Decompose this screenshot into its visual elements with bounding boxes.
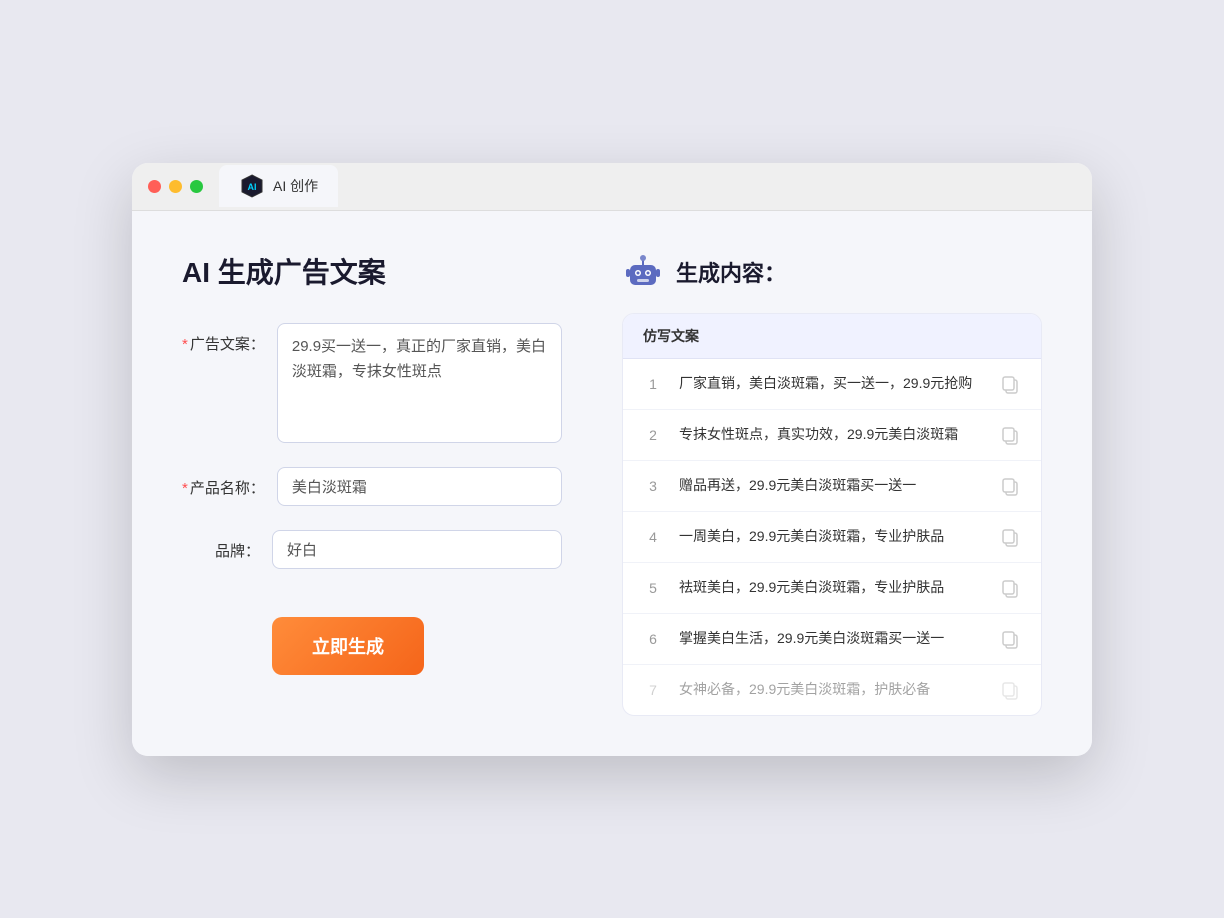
table-row: 1 厂家直销，美白淡斑霜，买一送一，29.9元抢购 (623, 359, 1041, 410)
ad-copy-row: *广告文案： 29.9买一送一，真正的厂家直销，美白淡斑霜，专抹女性斑点 (182, 323, 562, 443)
svg-text:AI: AI (248, 182, 257, 192)
ad-copy-label: *广告文案： (182, 323, 277, 354)
page-title: AI 生成广告文案 (182, 251, 562, 291)
copy-button[interactable] (999, 373, 1021, 395)
browser-titlebar: AI AI 创作 (132, 163, 1092, 211)
result-text: 一周美白，29.9元美白淡斑霜，专业护肤品 (679, 526, 983, 547)
copy-button[interactable] (999, 628, 1021, 650)
table-row: 2 专抹女性斑点，真实功效，29.9元美白淡斑霜 (623, 410, 1041, 461)
browser-tab[interactable]: AI AI 创作 (219, 165, 338, 207)
table-row: 7 女神必备，29.9元美白淡斑霜，护肤必备 (623, 665, 1041, 715)
required-star-2: * (182, 480, 188, 497)
right-panel: 生成内容： 仿写文案 1 厂家直销，美白淡斑霜，买一送一，29.9元抢购 2 专抹女… (622, 251, 1042, 716)
right-header: 生成内容： (622, 251, 1042, 293)
maximize-button[interactable] (190, 180, 203, 193)
main-layout: AI 生成广告文案 *广告文案： 29.9买一送一，真正的厂家直销，美白淡斑霜，… (182, 251, 1042, 716)
browser-content: AI 生成广告文案 *广告文案： 29.9买一送一，真正的厂家直销，美白淡斑霜，… (132, 211, 1092, 756)
table-row: 4 一周美白，29.9元美白淡斑霜，专业护肤品 (623, 512, 1041, 563)
brand-label: 品牌： (182, 530, 272, 561)
results-table: 仿写文案 1 厂家直销，美白淡斑霜，买一送一，29.9元抢购 2 专抹女性斑点，真实… (622, 313, 1042, 716)
copy-button[interactable] (999, 679, 1021, 701)
copy-button[interactable] (999, 577, 1021, 599)
result-number: 5 (643, 580, 663, 596)
result-number: 2 (643, 427, 663, 443)
brand-input[interactable] (272, 530, 562, 569)
result-number: 3 (643, 478, 663, 494)
copy-button[interactable] (999, 424, 1021, 446)
copy-button[interactable] (999, 475, 1021, 497)
ai-tab-icon: AI (239, 173, 265, 199)
result-number: 7 (643, 682, 663, 698)
result-number: 6 (643, 631, 663, 647)
result-text: 祛斑美白，29.9元美白淡斑霜，专业护肤品 (679, 577, 983, 598)
product-name-input[interactable] (277, 467, 562, 506)
tab-label: AI 创作 (273, 176, 318, 196)
left-panel: AI 生成广告文案 *广告文案： 29.9买一送一，真正的厂家直销，美白淡斑霜，… (182, 251, 562, 716)
table-row: 6 掌握美白生活，29.9元美白淡斑霜买一送一 (623, 614, 1041, 665)
traffic-lights (148, 180, 203, 193)
robot-icon (622, 251, 664, 293)
result-number: 1 (643, 376, 663, 392)
browser-window: AI AI 创作 AI 生成广告文案 *广告文案： 29.9买一送一，真正的厂家… (132, 163, 1092, 756)
right-panel-title: 生成内容： (676, 256, 786, 288)
copy-button[interactable] (999, 526, 1021, 548)
result-text: 女神必备，29.9元美白淡斑霜，护肤必备 (679, 679, 983, 700)
result-text: 专抹女性斑点，真实功效，29.9元美白淡斑霜 (679, 424, 983, 445)
generate-button[interactable]: 立即生成 (272, 617, 424, 675)
minimize-button[interactable] (169, 180, 182, 193)
close-button[interactable] (148, 180, 161, 193)
result-text: 厂家直销，美白淡斑霜，买一送一，29.9元抢购 (679, 373, 983, 394)
results-table-header: 仿写文案 (623, 314, 1041, 359)
result-number: 4 (643, 529, 663, 545)
result-text: 掌握美白生活，29.9元美白淡斑霜买一送一 (679, 628, 983, 649)
results-rows: 1 厂家直销，美白淡斑霜，买一送一，29.9元抢购 2 专抹女性斑点，真实功效，29… (623, 359, 1041, 715)
product-name-row: *产品名称： (182, 467, 562, 506)
ad-copy-input[interactable]: 29.9买一送一，真正的厂家直销，美白淡斑霜，专抹女性斑点 (277, 323, 562, 443)
table-row: 3 赠品再送，29.9元美白淡斑霜买一送一 (623, 461, 1041, 512)
brand-row: 品牌： (182, 530, 562, 569)
required-star-1: * (182, 336, 188, 353)
result-text: 赠品再送，29.9元美白淡斑霜买一送一 (679, 475, 983, 496)
table-row: 5 祛斑美白，29.9元美白淡斑霜，专业护肤品 (623, 563, 1041, 614)
product-name-label: *产品名称： (182, 467, 277, 498)
